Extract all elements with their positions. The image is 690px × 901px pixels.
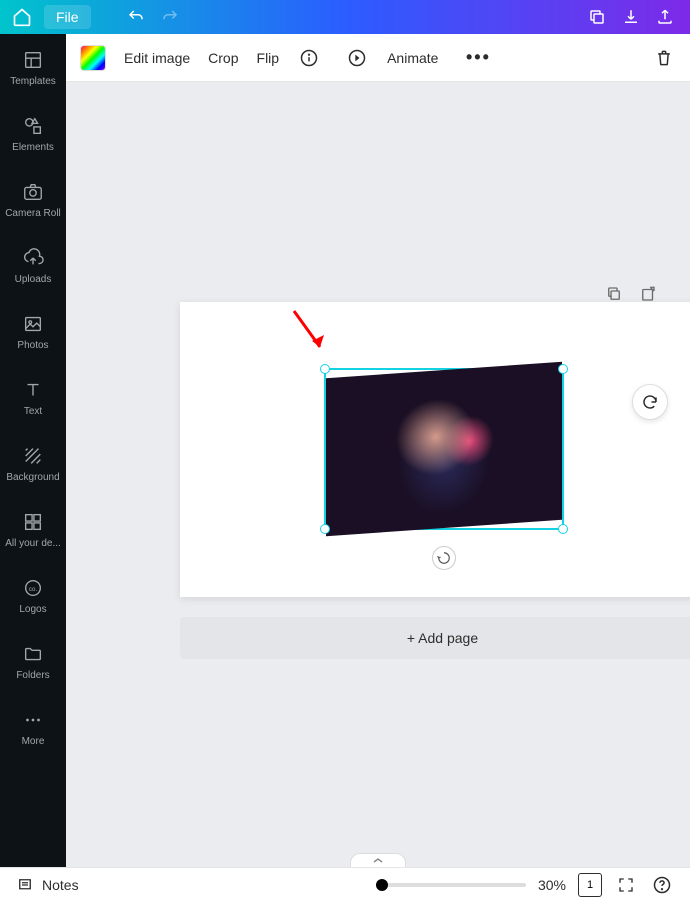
resize-handle-tr[interactable] <box>558 364 568 374</box>
main-area: Templates Elements Camera Roll Uploads P… <box>0 34 690 867</box>
sidebar-item-allyourdesigns[interactable]: All your de... <box>0 496 66 562</box>
logos-icon: co. <box>21 576 45 600</box>
uploads-icon <box>21 246 45 270</box>
page-indicator[interactable]: 1 <box>578 873 602 897</box>
selected-image[interactable] <box>324 368 564 530</box>
resize-handle-br[interactable] <box>558 524 568 534</box>
resize-handle-bl[interactable] <box>320 524 330 534</box>
sidebar-item-folders[interactable]: Folders <box>0 628 66 694</box>
sidebar-item-label: Camera Roll <box>3 208 63 219</box>
canvas-area[interactable]: + Add page <box>66 82 690 867</box>
templates-icon <box>21 48 45 72</box>
sidebar-item-label: Background <box>4 472 61 483</box>
home-button[interactable] <box>8 3 36 31</box>
notes-label: Notes <box>42 877 79 893</box>
delete-button[interactable] <box>652 46 676 70</box>
fullscreen-button[interactable] <box>614 873 638 897</box>
notes-button[interactable]: Notes <box>16 876 79 894</box>
image-content <box>326 362 562 537</box>
redo-button[interactable] <box>153 0 187 34</box>
sidebar-item-more[interactable]: More <box>0 694 66 760</box>
background-icon <box>21 444 45 468</box>
app-header: File <box>0 0 690 34</box>
folders-icon <box>21 642 45 666</box>
zoom-slider-thumb[interactable] <box>376 879 388 891</box>
resize-handle-tl[interactable] <box>320 364 330 374</box>
undo-button[interactable] <box>119 0 153 34</box>
expand-pages-button[interactable] <box>350 853 406 867</box>
svg-text:co.: co. <box>29 585 38 592</box>
context-toolbar: Edit image Crop Flip Animate ••• <box>66 34 690 82</box>
sidebar-item-background[interactable]: Background <box>0 430 66 496</box>
sidebar-item-photos[interactable]: Photos <box>0 298 66 364</box>
photos-icon <box>21 312 45 336</box>
app-footer: Notes 30% 1 <box>0 867 690 901</box>
text-icon <box>21 378 45 402</box>
edit-image-button[interactable]: Edit image <box>124 50 190 66</box>
sidebar-item-logos[interactable]: co. Logos <box>0 562 66 628</box>
camera-icon <box>21 180 45 204</box>
sidebar-item-elements[interactable]: Elements <box>0 100 66 166</box>
copy-design-button[interactable] <box>580 0 614 34</box>
sidebar-item-label: More <box>20 736 47 747</box>
sidebar-item-label: Logos <box>17 604 48 615</box>
left-sidebar: Templates Elements Camera Roll Uploads P… <box>0 34 66 867</box>
animate-icon <box>345 46 369 70</box>
designs-icon <box>21 510 45 534</box>
sidebar-item-cameraroll[interactable]: Camera Roll <box>0 166 66 232</box>
notes-icon <box>16 876 34 894</box>
refresh-fab-button[interactable] <box>632 384 668 420</box>
zoom-slider[interactable] <box>376 883 526 887</box>
content-area: Edit image Crop Flip Animate ••• <box>66 34 690 867</box>
sidebar-item-label: Text <box>22 406 44 417</box>
design-canvas[interactable] <box>180 302 690 597</box>
rotate-handle[interactable] <box>432 546 456 570</box>
add-page-button[interactable]: + Add page <box>180 617 690 659</box>
sidebar-item-label: All your de... <box>3 538 63 549</box>
sidebar-item-label: Templates <box>8 76 58 87</box>
sidebar-item-uploads[interactable]: Uploads <box>0 232 66 298</box>
sidebar-item-label: Folders <box>14 670 51 681</box>
info-icon[interactable] <box>297 46 321 70</box>
download-button[interactable] <box>614 0 648 34</box>
sidebar-item-text[interactable]: Text <box>0 364 66 430</box>
flip-button[interactable]: Flip <box>257 50 280 66</box>
share-button[interactable] <box>648 0 682 34</box>
crop-button[interactable]: Crop <box>208 50 238 66</box>
sidebar-item-label: Photos <box>15 340 50 351</box>
help-button[interactable] <box>650 873 674 897</box>
sidebar-item-templates[interactable]: Templates <box>0 34 66 100</box>
zoom-percent[interactable]: 30% <box>538 877 566 893</box>
more-icon <box>21 708 45 732</box>
color-swatch-button[interactable] <box>80 45 106 71</box>
sidebar-item-label: Elements <box>10 142 56 153</box>
more-options-button[interactable]: ••• <box>466 46 490 70</box>
elements-icon <box>21 114 45 138</box>
file-menu-button[interactable]: File <box>44 5 91 29</box>
animate-button[interactable]: Animate <box>387 50 438 66</box>
sidebar-item-label: Uploads <box>13 274 54 285</box>
